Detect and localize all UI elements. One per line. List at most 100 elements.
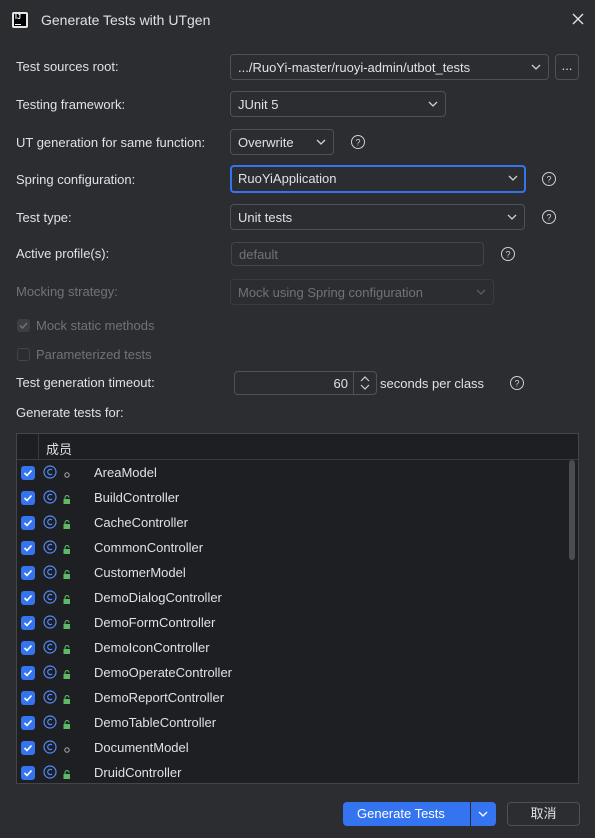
active-profiles-field[interactable]	[231, 242, 484, 266]
testing-framework-dropdown[interactable]: JUnit 5	[230, 91, 446, 117]
spinner-arrows-icon[interactable]	[354, 372, 376, 394]
row-checkbox[interactable]	[21, 566, 35, 580]
package-visibility-icon	[63, 743, 71, 753]
members-table[interactable]: 成员 AreaModel BuildController CacheControll…	[16, 433, 579, 784]
checkmark-icon	[23, 594, 33, 602]
class-icon	[43, 565, 57, 579]
mock-static-methods-checkbox	[17, 319, 30, 332]
table-row[interactable]: DemoFormController	[17, 610, 567, 635]
help-icon[interactable]: ?	[541, 209, 557, 225]
active-profiles-input[interactable]	[232, 243, 483, 265]
public-visibility-icon	[63, 593, 71, 604]
row-checkbox[interactable]	[21, 616, 35, 630]
cancel-button[interactable]: 取消	[507, 802, 580, 826]
class-icon	[43, 615, 57, 629]
table-row[interactable]: DruidController	[17, 760, 567, 783]
test-sources-root-dropdown[interactable]: .../RuoYi-master/ruoyi-admin/utbot_tests	[230, 54, 549, 80]
member-name: DemoTableController	[94, 715, 217, 730]
mocking-strategy-label: Mocking strategy:	[16, 284, 118, 299]
checkmark-icon	[23, 694, 33, 702]
table-row[interactable]: BuildController	[17, 485, 567, 510]
table-row[interactable]: DemoDialogController	[17, 585, 567, 610]
help-icon[interactable]: ?	[509, 375, 525, 391]
spring-configuration-value: RuoYiApplication	[238, 171, 337, 186]
chevron-down-icon[interactable]	[477, 810, 489, 818]
table-row[interactable]: CommonController	[17, 535, 567, 560]
public-visibility-icon	[63, 693, 71, 704]
public-visibility-icon	[63, 718, 71, 729]
table-row[interactable]: CacheController	[17, 510, 567, 535]
row-checkbox[interactable]	[21, 691, 35, 705]
row-checkbox[interactable]	[21, 516, 35, 530]
help-icon[interactable]: ?	[500, 246, 516, 262]
member-name: DemoOperateController	[94, 665, 233, 680]
table-row[interactable]: DemoOperateController	[17, 660, 567, 685]
checkmark-icon	[23, 744, 33, 752]
help-icon[interactable]: ?	[541, 171, 557, 187]
mocking-strategy-value: Mock using Spring configuration	[238, 285, 423, 300]
row-checkbox[interactable]	[21, 641, 35, 655]
generate-tests-for-label: Generate tests for:	[16, 405, 124, 420]
chevron-down-icon	[508, 175, 518, 181]
table-row[interactable]: DemoIconController	[17, 635, 567, 660]
close-icon[interactable]	[568, 9, 588, 29]
class-icon	[43, 765, 57, 779]
row-checkbox[interactable]	[21, 766, 35, 780]
checkmark-icon	[23, 619, 33, 627]
test-type-value: Unit tests	[238, 210, 293, 225]
window-title: Generate Tests with UTgen	[41, 12, 211, 28]
checkmark-icon	[23, 544, 33, 552]
row-checkbox[interactable]	[21, 466, 35, 480]
spinner-arrows[interactable]	[353, 372, 376, 394]
testing-framework-value: JUnit 5	[238, 97, 279, 112]
test-type-dropdown[interactable]: Unit tests	[230, 204, 525, 230]
column-header-members[interactable]: 成员	[46, 439, 72, 458]
row-checkbox[interactable]	[21, 591, 35, 605]
public-visibility-icon	[63, 668, 71, 679]
testing-framework-label: Testing framework:	[16, 97, 126, 112]
timeout-spinner[interactable]: 60	[234, 371, 377, 395]
table-row[interactable]: DemoReportController	[17, 685, 567, 710]
generate-tests-button[interactable]: Generate Tests	[343, 802, 496, 826]
public-visibility-icon	[63, 643, 71, 654]
table-row[interactable]: AreaModel	[17, 460, 567, 485]
timeout-value[interactable]: 60	[334, 376, 348, 391]
generate-tests-label: Generate Tests	[357, 806, 445, 821]
svg-text:?: ?	[355, 138, 360, 148]
browse-button[interactable]: ...	[555, 54, 579, 80]
mock-static-methods-label: Mock static methods	[36, 318, 155, 333]
class-icon	[43, 690, 57, 704]
test-type-label: Test type:	[16, 210, 72, 225]
chevron-down-icon	[476, 289, 486, 295]
row-checkbox[interactable]	[21, 491, 35, 505]
svg-text:?: ?	[546, 175, 551, 185]
member-name: DemoIconController	[94, 640, 210, 655]
public-visibility-icon	[63, 618, 71, 629]
checkmark-icon	[23, 719, 33, 727]
row-checkbox[interactable]	[21, 666, 35, 680]
public-visibility-icon	[63, 493, 71, 504]
title-bar: IJ Generate Tests with UTgen	[0, 0, 595, 40]
class-icon	[43, 590, 57, 604]
spring-configuration-dropdown[interactable]: RuoYiApplication	[230, 165, 526, 193]
row-checkbox[interactable]	[21, 741, 35, 755]
table-row[interactable]: CustomerModel	[17, 560, 567, 585]
member-name: AreaModel	[94, 465, 157, 480]
row-checkbox[interactable]	[21, 541, 35, 555]
timeout-suffix: seconds per class	[380, 376, 485, 391]
member-name: DocumentModel	[94, 740, 189, 755]
checkmark-icon	[23, 769, 33, 777]
table-row[interactable]: DemoTableController	[17, 710, 567, 735]
scrollbar-thumb[interactable]	[569, 460, 575, 560]
help-icon[interactable]: ?	[350, 134, 366, 150]
public-visibility-icon	[63, 568, 71, 579]
spring-configuration-label: Spring configuration:	[16, 172, 136, 187]
parameterized-tests-checkbox	[17, 348, 30, 361]
active-profiles-label: Active profile(s):	[16, 246, 110, 261]
member-name: DemoFormController	[94, 615, 216, 630]
member-name: BuildController	[94, 490, 180, 505]
table-row[interactable]: DocumentModel	[17, 735, 567, 760]
row-checkbox[interactable]	[21, 716, 35, 730]
ut-generation-value: Overwrite	[238, 135, 294, 150]
ut-generation-dropdown[interactable]: Overwrite	[230, 129, 334, 155]
